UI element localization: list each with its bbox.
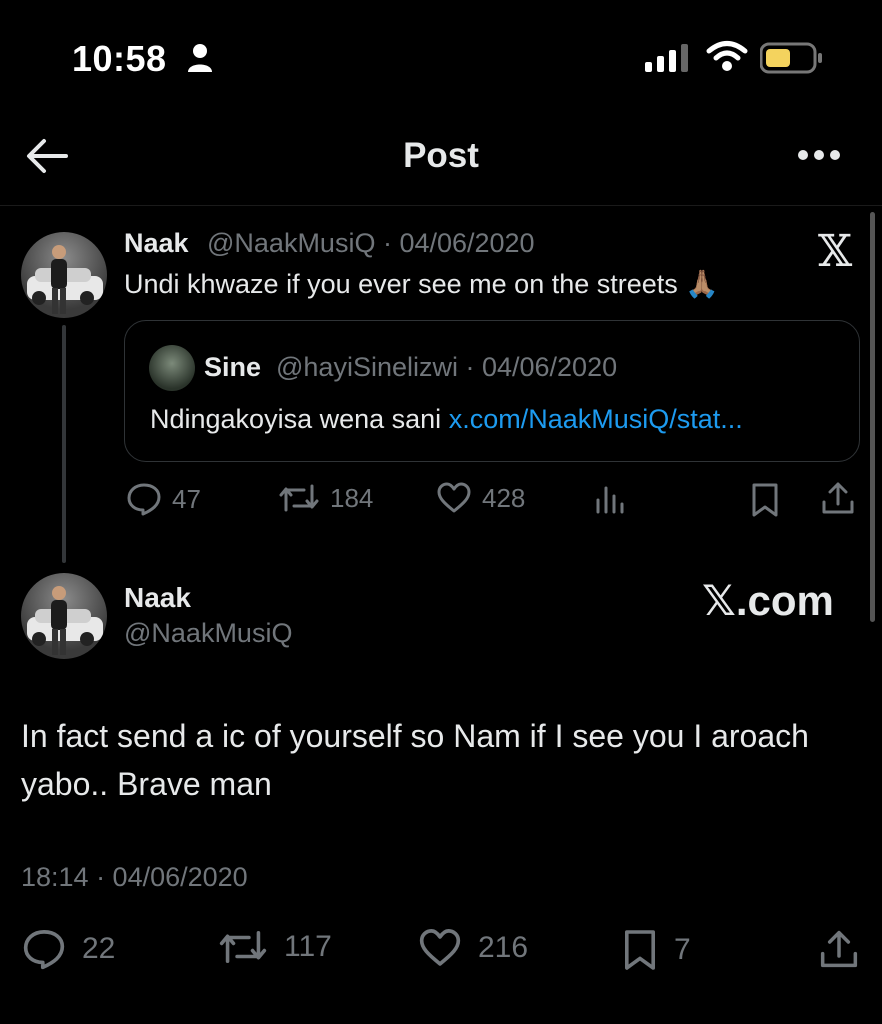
repost-count: 117: [284, 930, 332, 963]
battery-icon: [760, 42, 822, 74]
quote-text: Ndingakoyisa wena sani x.com/NaakMusiQ/s…: [150, 404, 743, 435]
views-icon: [596, 486, 624, 514]
reply-button[interactable]: 22: [22, 928, 115, 970]
quoted-post-card[interactable]: [124, 320, 860, 462]
repost-icon: [279, 484, 319, 512]
heart-icon: [437, 482, 471, 513]
person-icon: [188, 44, 212, 72]
bookmark-icon: [625, 930, 655, 970]
repost-button[interactable]: 117: [218, 928, 332, 966]
avatar-photo: [27, 245, 103, 314]
bookmark-icon: [752, 483, 778, 517]
avatar-photo: [27, 586, 103, 655]
share-icon: [820, 930, 858, 968]
post-timestamp: 18:14 · 04/06/2020: [21, 862, 248, 892]
reply-icon: [127, 483, 161, 516]
bookmark-button[interactable]: 7: [622, 928, 691, 972]
heart-icon: [419, 929, 461, 966]
reply-count: 47: [172, 483, 201, 514]
share-button[interactable]: [818, 928, 860, 970]
status-time: 10:58: [72, 38, 167, 79]
avatar[interactable]: [21, 573, 107, 659]
author-handle[interactable]: @NaakMusiQ: [124, 618, 292, 649]
quote-avatar: [149, 345, 195, 391]
views-button[interactable]: [594, 482, 626, 514]
thread-line: [62, 325, 66, 563]
reply-button[interactable]: 47: [126, 482, 201, 516]
cellular-signal-icon: [645, 44, 688, 72]
more-dots-icon[interactable]: [797, 148, 841, 162]
bookmark-count: 7: [674, 933, 691, 966]
repost-icon: [219, 930, 267, 964]
post-text: Undi khwaze if you ever see me on the st…: [124, 269, 719, 299]
avatar[interactable]: [21, 232, 107, 318]
author-name[interactable]: Naak: [124, 582, 191, 614]
like-button[interactable]: 216: [418, 928, 528, 968]
repost-button[interactable]: 184: [278, 482, 373, 514]
quote-link[interactable]: x.com/NaakMusiQ/stat...: [449, 404, 743, 434]
author-handle-date[interactable]: @NaakMusiQ · 04/06/2020: [207, 228, 535, 259]
bookmark-button[interactable]: [750, 482, 780, 518]
quote-author-handle-date: @hayiSinelizwi · 04/06/2020: [276, 352, 618, 382]
page-title: Post: [403, 136, 479, 175]
share-icon: [822, 482, 854, 514]
share-button[interactable]: [820, 480, 856, 516]
quote-text-body: Ndingakoyisa wena sani: [150, 404, 449, 434]
reply-count: 22: [82, 932, 116, 965]
like-count: 216: [478, 931, 529, 964]
post-text: In fact send a ic of yourself so Nam if …: [21, 718, 809, 802]
scrollbar[interactable]: [870, 212, 875, 622]
wifi-icon: [706, 41, 748, 71]
header-divider: [0, 205, 882, 206]
reply-icon: [23, 930, 65, 970]
author-name[interactable]: Naak: [124, 228, 189, 259]
repost-count: 184: [330, 482, 374, 513]
x-com-logo: 𝕏.com: [702, 577, 834, 624]
like-button[interactable]: 428: [436, 482, 525, 514]
like-count: 428: [482, 482, 526, 513]
quote-author-name: Sine: [204, 352, 262, 382]
x-logo-icon: 𝕏: [818, 226, 853, 277]
